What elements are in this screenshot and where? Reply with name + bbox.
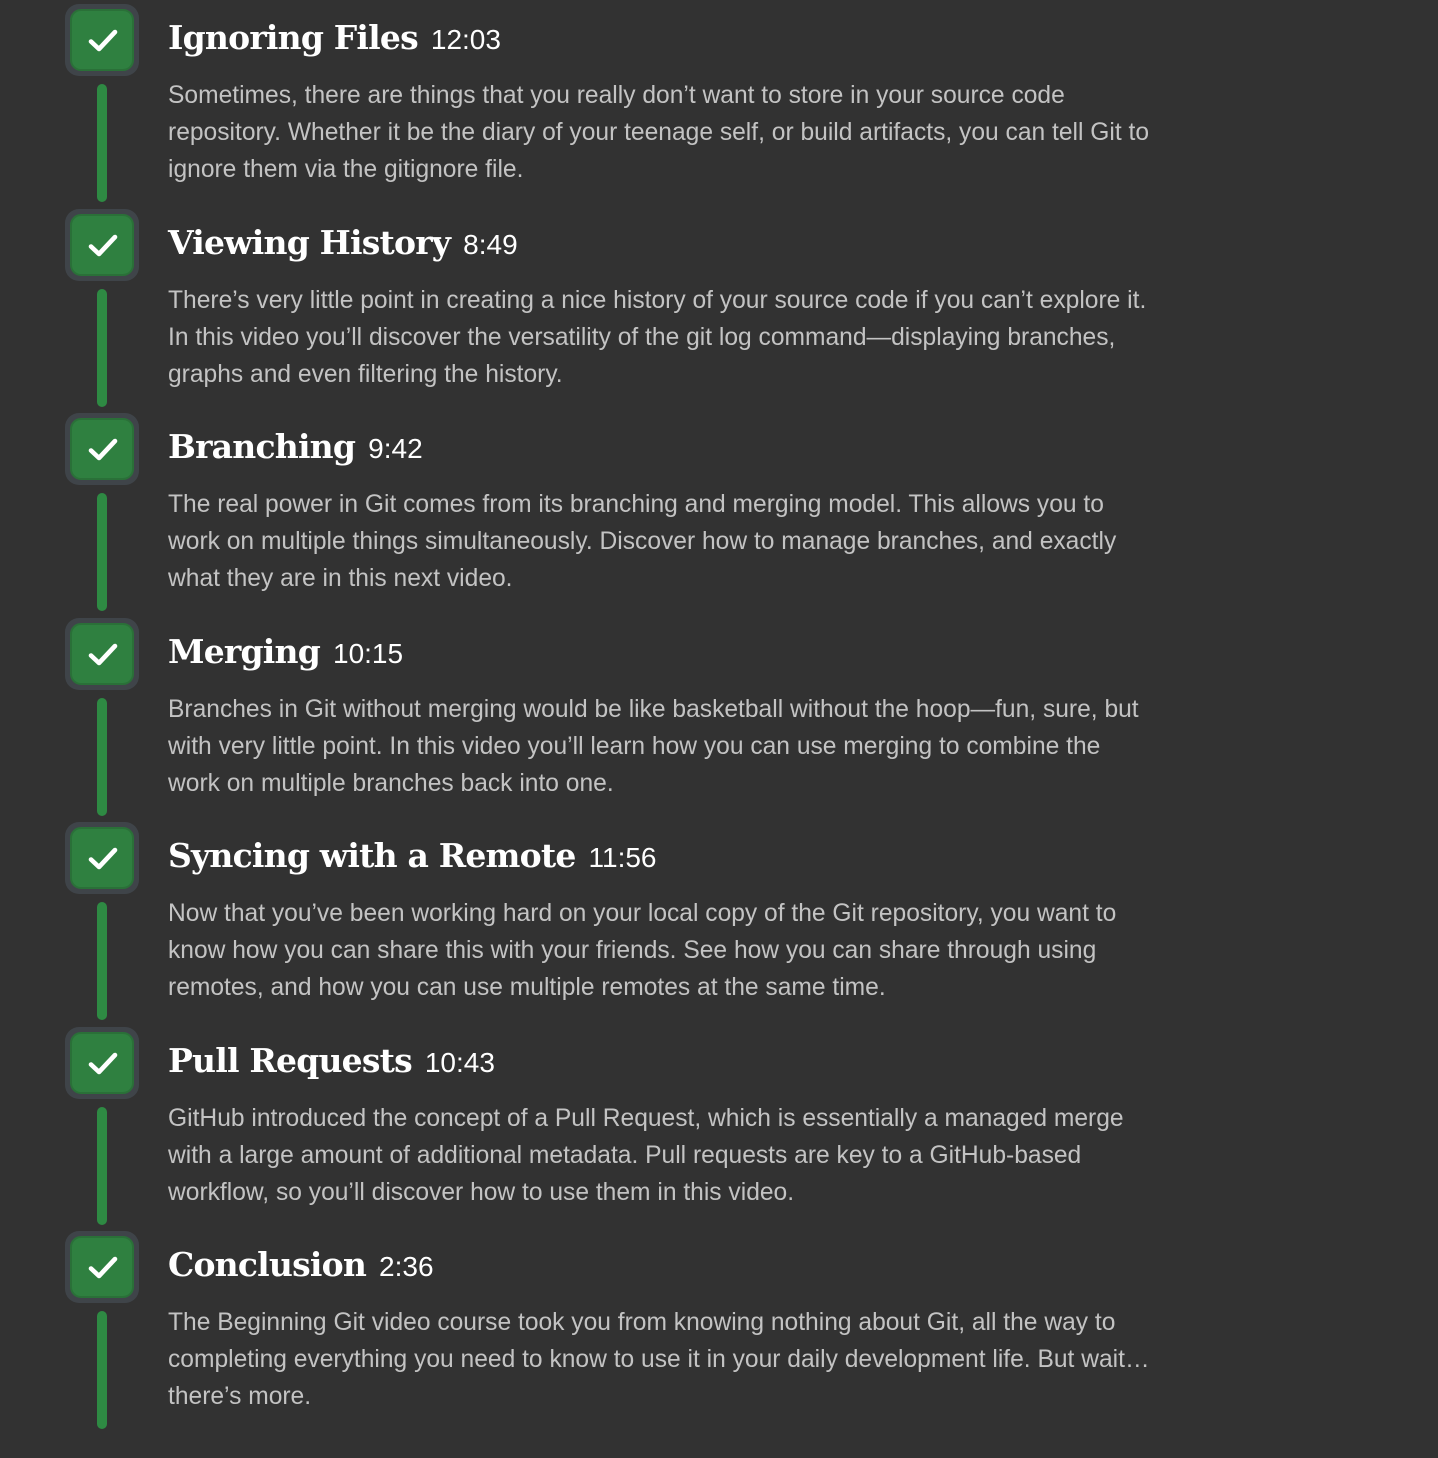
lesson-item: Viewing History 8:49 There’s very little… bbox=[0, 205, 1438, 409]
timeline-connector bbox=[97, 902, 107, 1020]
lesson-header: Branching 9:42 bbox=[168, 427, 423, 477]
lesson-duration: 10:43 bbox=[424, 1046, 495, 1078]
lesson-duration: 12:03 bbox=[430, 24, 501, 55]
lesson-title[interactable]: Pull Requests bbox=[168, 1041, 413, 1080]
lesson-description: The Beginning Git video course took you … bbox=[168, 1309, 1150, 1411]
checkmark-icon bbox=[88, 1052, 118, 1074]
lesson-complete-toggle[interactable] bbox=[65, 413, 139, 485]
timeline-connector bbox=[97, 697, 107, 816]
lesson-title[interactable]: Viewing History bbox=[168, 223, 451, 262]
lesson-item: Conclusion 2:36 The Beginning Git video … bbox=[0, 1227, 1438, 1431]
lesson-duration: 9:42 bbox=[368, 433, 423, 464]
lesson-header: Pull Requests 10:43 bbox=[168, 1041, 495, 1091]
checkmark-icon bbox=[88, 847, 118, 870]
lesson-description: The real power in Git comes from its bra… bbox=[168, 491, 1117, 593]
lesson-description: GitHub introduced the concept of a Pull … bbox=[168, 1104, 1124, 1206]
lesson-complete-toggle[interactable] bbox=[65, 4, 139, 76]
timeline-connector bbox=[97, 84, 107, 202]
checkmark-icon bbox=[88, 29, 118, 52]
lesson-title[interactable]: Branching bbox=[168, 427, 356, 466]
completed-badge bbox=[70, 622, 134, 685]
lesson-item: Syncing with a Remote 11:56 Now that you… bbox=[0, 818, 1438, 1022]
lesson-header: Merging 10:15 bbox=[168, 632, 403, 682]
lesson-item: Branching 9:42 The real power in Git com… bbox=[0, 409, 1438, 613]
completed-badge bbox=[70, 1031, 134, 1094]
lesson-duration: 10:15 bbox=[333, 637, 404, 669]
completed-badge bbox=[70, 827, 134, 889]
lesson-title[interactable]: Conclusion bbox=[168, 1245, 367, 1284]
completed-badge bbox=[70, 9, 134, 71]
lesson-duration: 8:49 bbox=[463, 228, 518, 260]
lesson-header: Syncing with a Remote 11:56 bbox=[168, 836, 657, 886]
lesson-complete-toggle[interactable] bbox=[65, 822, 139, 894]
timeline-connector bbox=[97, 1106, 107, 1225]
lesson-description: Branches in Git without merging would be… bbox=[168, 695, 1139, 797]
lesson-title[interactable]: Syncing with a Remote bbox=[168, 836, 576, 875]
lesson-description: There’s very little point in creating a … bbox=[168, 286, 1147, 388]
lesson-description: Now that you’ve been working hard on you… bbox=[168, 900, 1117, 1002]
lesson-item: Pull Requests 10:43 GitHub introduced th… bbox=[0, 1023, 1438, 1227]
checkmark-icon bbox=[88, 234, 118, 256]
completed-badge bbox=[70, 1236, 134, 1298]
lesson-item: Ignoring Files 12:03 Sometimes, there ar… bbox=[0, 0, 1438, 204]
completed-badge bbox=[70, 418, 134, 480]
lesson-complete-toggle[interactable] bbox=[65, 1026, 139, 1099]
checkmark-icon bbox=[88, 643, 118, 665]
lesson-title[interactable]: Merging bbox=[168, 632, 321, 671]
checkmark-icon bbox=[88, 438, 118, 461]
lesson-header: Viewing History 8:49 bbox=[168, 223, 518, 273]
lesson-duration: 2:36 bbox=[379, 1251, 434, 1282]
lesson-header: Ignoring Files 12:03 bbox=[168, 18, 501, 68]
lesson-complete-toggle[interactable] bbox=[65, 617, 139, 690]
timeline-connector bbox=[97, 1311, 107, 1429]
lesson-duration: 11:56 bbox=[588, 842, 657, 873]
checkmark-icon bbox=[88, 1256, 118, 1279]
lesson-title[interactable]: Ignoring Files bbox=[168, 18, 419, 57]
timeline-connector bbox=[97, 493, 107, 611]
lesson-description: Sometimes, there are things that you rea… bbox=[168, 82, 1150, 184]
lesson-header: Conclusion 2:36 bbox=[168, 1245, 434, 1295]
lesson-complete-toggle[interactable] bbox=[65, 208, 139, 281]
lesson-complete-toggle[interactable] bbox=[65, 1231, 139, 1303]
timeline-connector bbox=[97, 288, 107, 407]
lesson-item: Merging 10:15 Branches in Git without me… bbox=[0, 614, 1438, 818]
completed-badge bbox=[70, 213, 134, 276]
